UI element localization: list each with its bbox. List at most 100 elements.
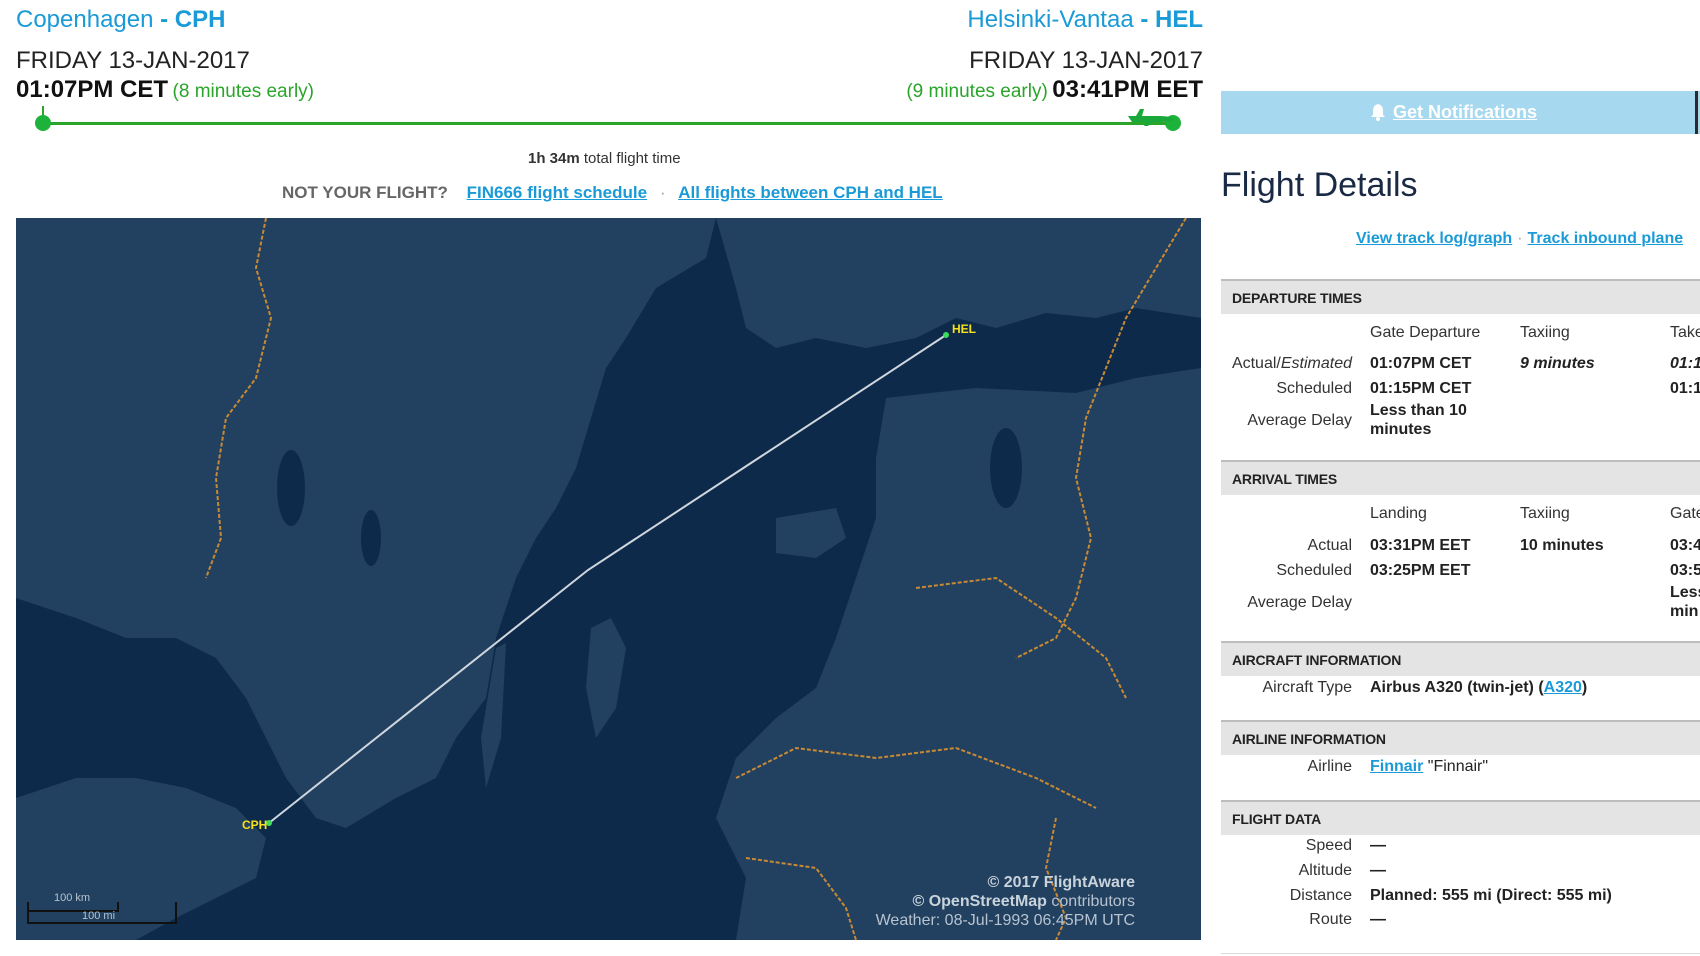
track-inbound-link[interactable]: Track inbound plane (1528, 230, 1684, 247)
scale-mi-label: 100 mi (82, 910, 116, 922)
flight-data-title: FLIGHT DATA (1232, 811, 1322, 827)
aircraft-section-header: AIRCRAFT INFORMATION (1221, 641, 1700, 676)
speed-value: — (1370, 837, 1386, 854)
destination-date: FRIDAY 13-JAN-2017 (969, 47, 1203, 74)
departure-title: DEPARTURE TIMES (1232, 290, 1362, 306)
aircraft-type-label: Aircraft Type (1262, 679, 1352, 696)
origin-early: (8 minutes early) (172, 81, 315, 102)
aircraft-type-link[interactable]: A320 (1544, 679, 1582, 696)
map-copyright: © 2017 FlightAware (987, 874, 1135, 891)
panel-bottom-rule (1221, 953, 1700, 954)
flight-schedule-link[interactable]: FIN666 flight schedule (467, 183, 647, 202)
distance-value: Planned: 555 mi (Direct: 555 mi) (1370, 887, 1612, 904)
speed-label: Speed (1305, 837, 1352, 854)
arr-scheduled-label: Scheduled (1276, 562, 1352, 579)
dep-avg-delay-label: Average Delay (1247, 412, 1352, 429)
flight-duration: 1h 34m (528, 150, 580, 167)
bell-icon (1370, 103, 1386, 126)
airline-label: Airline (1307, 758, 1352, 775)
dep-actual-taxi: 9 minutes (1520, 355, 1595, 372)
dep-scheduled-gate: 01:15PM CET (1370, 380, 1472, 397)
destination-time: 03:41PM EET (1052, 76, 1203, 103)
aircraft-type-close: ) (1581, 679, 1588, 696)
arrival-section-header: ARRIVAL TIMES (1221, 460, 1700, 495)
dep-actual-label-b: Estimated (1280, 355, 1352, 372)
flight-duration-suffix: total flight time (583, 150, 681, 167)
track-log-link[interactable]: View track log/graph (1356, 230, 1512, 247)
total-flight-time: 1h 34m total flight time (528, 150, 681, 167)
arr-actual-label: Actual (1307, 537, 1352, 554)
origin-time: 01:07PM CET (16, 76, 169, 103)
arr-avg-delay-label: Average Delay (1247, 594, 1352, 611)
dep-col-taxi: Taxiing (1520, 324, 1570, 341)
link-separator: · (659, 183, 666, 202)
destination-airport[interactable]: Helsinki-Vantaa - HEL (967, 6, 1203, 34)
arr-scheduled-landing: 03:25PM EET (1370, 562, 1471, 579)
flight-data-section-header: FLIGHT DATA (1221, 800, 1700, 835)
dep-avg-delay-l1: Less than 10 (1370, 402, 1467, 419)
osm-suffix: contributors (1046, 893, 1135, 910)
destination-early: (9 minutes early) (906, 81, 1048, 102)
flight-map[interactable]: CPH HEL 100 km 100 mi © 2017 FlightAware… (16, 218, 1201, 940)
arr-col-gate: Gate (1670, 505, 1700, 522)
panel-edge (1695, 91, 1698, 134)
origin-city[interactable]: Copenhagen (16, 6, 153, 33)
route-label: Route (1309, 911, 1352, 928)
route-value: — (1370, 911, 1386, 928)
arr-actual-taxi: 10 minutes (1520, 537, 1604, 554)
destination-code[interactable]: HEL (1155, 6, 1203, 33)
dep-actual-gate: 01:07PM CET (1370, 355, 1472, 372)
arr-avg-delay-l2: min (1670, 603, 1699, 620)
arrival-title: ARRIVAL TIMES (1232, 471, 1337, 487)
airline-callsign: "Finnair" (1423, 758, 1489, 775)
departure-section-header: DEPARTURE TIMES (1221, 279, 1700, 314)
hel-map-label: HEL (952, 322, 976, 336)
all-flights-link[interactable]: All flights between CPH and HEL (678, 183, 942, 202)
aircraft-type-value: Airbus A320 (twin-jet) (A320) (1370, 679, 1587, 697)
flight-details-links: View track log/graph · Track inbound plane (1356, 230, 1683, 248)
origin-separator: - (153, 6, 175, 33)
origin-code[interactable]: CPH (175, 6, 226, 33)
cph-map-label: CPH (242, 818, 268, 832)
airline-section-header: AIRLINE INFORMATION (1221, 720, 1700, 755)
dep-actual-label: Actual/Estimated (1222, 355, 1352, 373)
dep-actual-label-a: Actual/ (1231, 355, 1281, 372)
arr-col-landing: Landing (1370, 505, 1427, 522)
map-canvas (16, 218, 1201, 940)
map-weather: Weather: 08-Jul-1993 06:45PM UTC (875, 912, 1135, 929)
origin-date: FRIDAY 13-JAN-2017 (16, 47, 250, 74)
aircraft-title: AIRCRAFT INFORMATION (1232, 652, 1402, 668)
arr-actual-landing: 03:31PM EET (1370, 537, 1471, 554)
destination-time-row: (9 minutes early) 03:41PM EET (906, 76, 1203, 104)
arr-actual-gate: 03:4 (1670, 537, 1700, 554)
airline-title: AIRLINE INFORMATION (1232, 731, 1386, 747)
altitude-value: — (1370, 862, 1386, 879)
scale-km-label: 100 km (54, 892, 91, 904)
destination-separator: - (1133, 6, 1155, 33)
flight-progress-bar (42, 122, 1172, 125)
arr-scheduled-gate: 03:5 (1670, 562, 1700, 579)
origin-airport[interactable]: Copenhagen - CPH (16, 6, 225, 34)
dep-col-gate: Gate Departure (1370, 324, 1481, 341)
arr-avg-delay-l1: Less (1670, 584, 1700, 601)
distance-label: Distance (1289, 887, 1352, 904)
origin-time-row: 01:07PM CET (8 minutes early) (16, 76, 314, 104)
airline-value: Finnair "Finnair" (1370, 758, 1488, 776)
dep-avg-delay-l2: minutes (1370, 421, 1432, 438)
dep-scheduled-label: Scheduled (1276, 380, 1352, 397)
altitude-label: Altitude (1298, 862, 1352, 879)
arr-col-taxi: Taxiing (1520, 505, 1570, 522)
airline-link[interactable]: Finnair (1370, 758, 1423, 775)
origin-dot (35, 115, 51, 131)
destination-city[interactable]: Helsinki-Vantaa (967, 6, 1133, 33)
airplane-icon (1126, 104, 1176, 131)
dep-col-takeoff: Take (1670, 324, 1700, 341)
dep-scheduled-takeoff: 01:1 (1670, 380, 1700, 397)
dep-actual-takeoff: 01:1 (1670, 355, 1700, 372)
not-your-flight-bar: NOT YOUR FLIGHT? FIN666 flight schedule … (282, 183, 943, 203)
osm-link[interactable]: © OpenStreetMap (912, 893, 1046, 910)
flight-details-title: Flight Details (1221, 166, 1418, 204)
get-notifications-label[interactable]: Get Notifications (1393, 102, 1537, 123)
aircraft-type-text: Airbus A320 (twin-jet) ( (1370, 679, 1544, 696)
map-attribution: © 2017 FlightAware © OpenStreetMap contr… (876, 873, 1135, 930)
